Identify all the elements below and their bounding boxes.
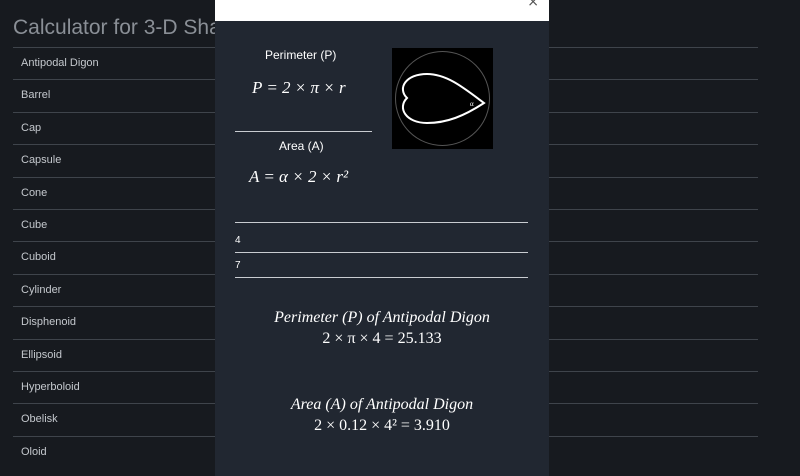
perimeter-result-title: Perimeter (P) of Antipodal Digon	[274, 309, 490, 326]
shape-modal: × Perimeter (P) P = 2 × π × r Area (A) A…	[215, 0, 549, 476]
first-value-input[interactable]	[235, 229, 528, 253]
area-result-calc: 2 × 0.12 × 4² = 3.910	[314, 417, 450, 434]
area-label: Area (A)	[279, 139, 324, 153]
antipodal-digon-diagram: α	[392, 48, 493, 149]
close-icon[interactable]: ×	[527, 0, 539, 10]
area-formula: A = α × 2 × r²	[249, 167, 349, 186]
area-result-title: Area (A) of Antipodal Digon	[290, 396, 474, 413]
modal-header: ×	[215, 0, 549, 21]
inputs-top-divider	[235, 222, 528, 223]
perimeter-label: Perimeter (P)	[265, 48, 337, 62]
perimeter-result-calc: 2 × π × 4 = 25.133	[322, 330, 442, 347]
perimeter-formula: P = 2 × π × r	[252, 78, 346, 97]
alpha-label: α	[470, 100, 474, 108]
second-value-input[interactable]	[235, 254, 528, 278]
perimeter-divider	[235, 131, 372, 132]
